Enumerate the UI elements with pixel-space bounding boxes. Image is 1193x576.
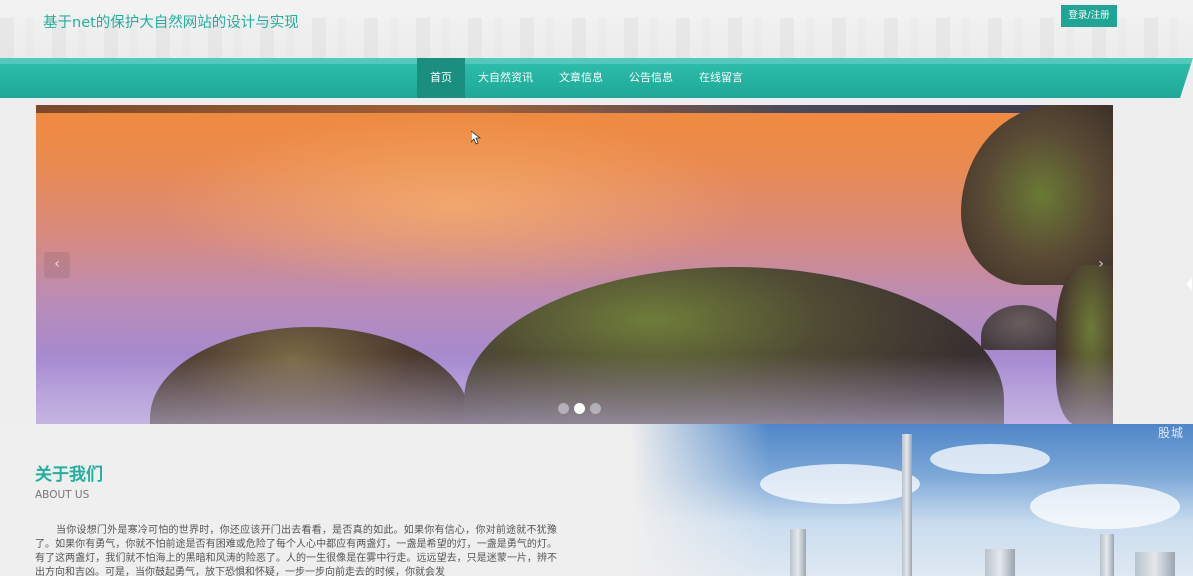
about-section: 股城 关于我们 ABOUT US 当你设想门外是寒冷可怕的世界时，你还应该开门出… xyxy=(0,424,1193,576)
nav-item-announcements[interactable]: 公告信息 xyxy=(616,58,686,98)
carousel-prev-icon[interactable]: ‹ xyxy=(44,252,70,278)
carousel-next-icon[interactable]: › xyxy=(1088,252,1113,278)
nav-item-messages[interactable]: 在线留言 xyxy=(686,58,756,98)
city-tower xyxy=(1135,552,1175,576)
nav-item-nature-news[interactable]: 大自然资讯 xyxy=(465,58,546,98)
city-cloud xyxy=(760,464,920,504)
login-register-button[interactable]: 登录/注册 xyxy=(1061,5,1117,27)
city-tower xyxy=(1100,534,1114,576)
image-watermark: 股城 xyxy=(1158,426,1185,440)
carousel-dot[interactable] xyxy=(558,403,569,414)
city-image-fade xyxy=(630,424,770,576)
hero-horizon xyxy=(36,105,1113,113)
city-tower xyxy=(790,529,806,576)
main-nav: 首页 大自然资讯 文章信息 公告信息 在线留言 xyxy=(0,58,1193,98)
side-panel-toggle-icon[interactable] xyxy=(1186,278,1192,290)
page: 基于net的保护大自然网站的设计与实现 登录/注册 首页 大自然资讯 文章信息 … xyxy=(0,0,1193,576)
city-cloud xyxy=(930,444,1050,474)
about-subtitle: ABOUT US xyxy=(35,489,90,501)
hero-rock xyxy=(981,305,1061,350)
hero-carousel: ‹ › xyxy=(36,105,1113,424)
about-title: 关于我们 xyxy=(35,465,103,485)
about-city-image xyxy=(630,424,1193,576)
carousel-dot[interactable] xyxy=(574,403,585,414)
nav-item-articles[interactable]: 文章信息 xyxy=(546,58,616,98)
nav-items: 首页 大自然资讯 文章信息 公告信息 在线留言 xyxy=(417,58,756,98)
city-tower xyxy=(902,434,912,576)
hero-sky-glow xyxy=(156,115,756,295)
header: 基于net的保护大自然网站的设计与实现 登录/注册 xyxy=(0,0,1193,58)
site-title[interactable]: 基于net的保护大自然网站的设计与实现 xyxy=(43,11,299,32)
city-tower xyxy=(985,549,1015,576)
city-cloud xyxy=(1030,484,1180,529)
nav-item-home[interactable]: 首页 xyxy=(417,58,465,98)
carousel-indicators xyxy=(558,403,601,414)
about-body-text: 当你设想门外是寒冷可怕的世界时，你还应该开门出去看看，是否真的如此。如果你有信心… xyxy=(35,525,557,576)
mouse-cursor-icon xyxy=(470,130,482,145)
carousel-dot[interactable] xyxy=(590,403,601,414)
